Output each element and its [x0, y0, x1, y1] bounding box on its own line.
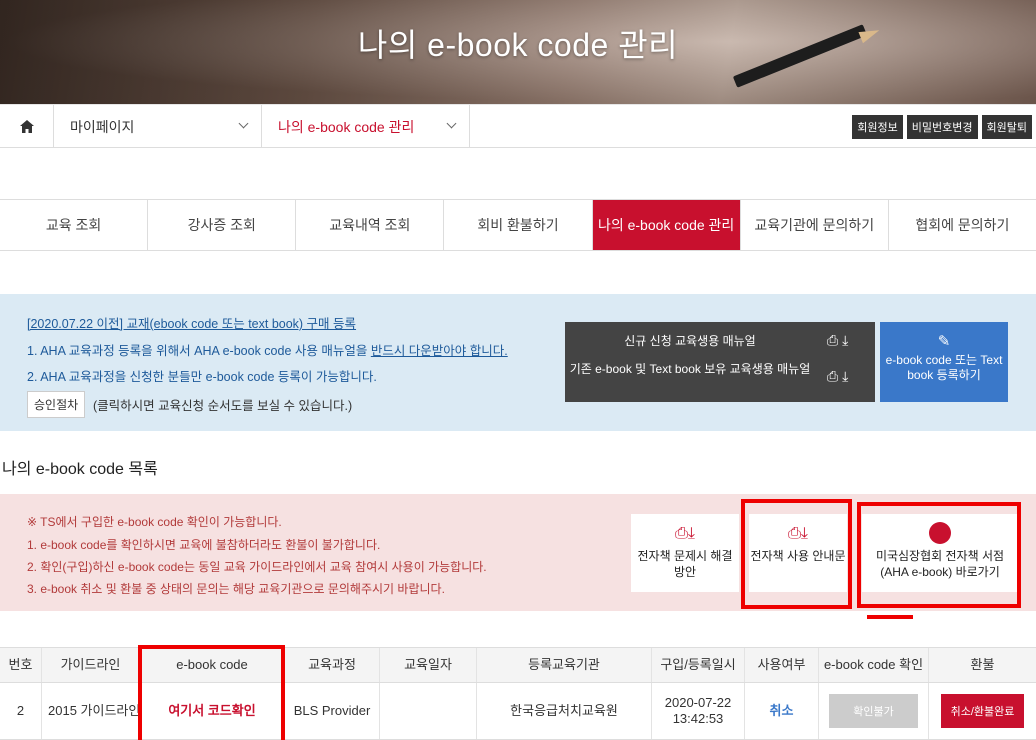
breadcrumb-ebook[interactable]: 나의 e-book code 관리: [262, 105, 470, 148]
tab-ebook-code[interactable]: 나의 e-book code 관리: [592, 200, 741, 250]
cell-usage: 취소: [745, 683, 819, 739]
breadcrumb-mypage-label: 마이페이지: [70, 118, 135, 135]
pdf-download-icon: ⎙⤓: [675, 525, 695, 542]
header-institution: 등록교육기관: [477, 648, 652, 682]
header-refund: 환불: [970, 657, 995, 672]
highlight-underline: [867, 615, 913, 619]
pink-notice-line: ※ TS에서 구입한 e-book code 확인이 가능합니다.: [27, 515, 282, 529]
home-button[interactable]: [0, 105, 54, 148]
reg-time: 13:42:53: [672, 711, 724, 726]
cell-date: [380, 683, 477, 739]
header-date: 교육일자: [380, 648, 477, 682]
breadcrumb-ebook-label: 나의 e-book code 관리: [278, 118, 415, 135]
refund-button[interactable]: 취소/환불완료: [940, 694, 1025, 728]
pink-notice-line: 1. e-book code를 확인하시면 교육에 불참하더라도 환불이 불가합…: [27, 538, 381, 552]
manual-new-label: 신규 신청 교육생용 매뉴얼: [624, 334, 756, 348]
home-icon: [19, 120, 34, 133]
notice-line-1-text: 1. AHA 교육과정 등록을 위해서 AHA e-book code 사용 매…: [27, 344, 371, 358]
withdraw-button[interactable]: 회원탈퇴: [981, 115, 1032, 139]
cell-guideline: 2015 가이드라인: [42, 683, 140, 739]
account-buttons: 회원정보 비밀번호변경 회원탈퇴: [852, 115, 1032, 139]
header-usage: 사용여부: [745, 648, 819, 682]
usage-status: 취소: [769, 703, 794, 718]
cell-reg-date: 2020-07-22 13:42:53: [652, 683, 745, 739]
tab-inquiry-institution[interactable]: 교육기관에 문의하기: [741, 200, 889, 250]
header-banner: 나의 e-book code 관리: [0, 0, 1036, 104]
breadcrumb-mypage[interactable]: 마이페이지: [54, 105, 262, 148]
highlight-box: [857, 502, 1021, 608]
manual-download-box: 신규 신청 교육생용 매뉴얼 ⎙ ⤓ 기존 e-book 및 Text book…: [565, 322, 875, 402]
chevron-down-icon: [238, 118, 249, 129]
notice-line-2: 2. AHA 교육과정을 신청한 분들만 e-book code 등록이 가능합…: [27, 370, 377, 384]
pink-notice-line: 3. e-book 취소 및 환불 중 상태의 문의는 해당 교육기관으로 문의…: [27, 582, 445, 596]
header-code-check: e-book code 확인: [819, 648, 929, 682]
tab-fee-refund[interactable]: 회비 환불하기: [444, 200, 593, 250]
member-info-button[interactable]: 회원정보: [852, 115, 903, 139]
chevron-down-icon: [446, 118, 457, 129]
reg-date: 2020-07-22: [664, 695, 732, 710]
tab-education-search[interactable]: 교육 조회: [0, 200, 149, 250]
highlight-box: [138, 645, 285, 740]
register-ebook-label: e-book code 또는 Text book 등록하기: [885, 353, 1003, 382]
tab-instructor-search[interactable]: 강사증 조회: [148, 200, 297, 250]
code-check-button[interactable]: 확인불가: [829, 694, 918, 728]
breadcrumb: 마이페이지 나의 e-book code 관리 회원정보 비밀번호변경 회원탈퇴: [0, 104, 1036, 148]
page-title: 나의 e-book code 관리: [357, 27, 679, 63]
notice-register-link[interactable]: [2020.07.22 이전] 교재(ebook code 또는 text bo…: [27, 313, 356, 332]
ebook-troubleshoot-card[interactable]: ⎙⤓ 전자책 문제시 해결 방안: [631, 514, 739, 592]
tab-inquiry-association[interactable]: 협회에 문의하기: [889, 200, 1036, 250]
header-reg-date: 구입/등록일시: [652, 648, 745, 682]
header-course: 교육과정: [285, 648, 380, 682]
ebook-troubleshoot-label: 전자책 문제시 해결 방안: [637, 549, 733, 579]
manual-new-download-icon[interactable]: ⎙ ⤓: [827, 332, 848, 349]
list-title: 나의 e-book code 목록: [2, 461, 158, 478]
cell-no: 2: [0, 683, 42, 739]
cell-code-check: 확인불가: [819, 683, 929, 739]
manual-existing-label: 기존 e-book 및 Text book 보유 교육생용 매뉴얼: [569, 362, 811, 376]
notice-line-1: 1. AHA 교육과정 등록을 위해서 AHA e-book code 사용 매…: [27, 340, 508, 359]
header-guideline: 가이드라인: [42, 648, 140, 682]
manual-existing-download-icon[interactable]: ⎙ ⤓: [827, 368, 848, 385]
tab-education-history[interactable]: 교육내역 조회: [296, 200, 445, 250]
cell-institution: 한국응급처치교육원: [477, 683, 652, 739]
pink-notice-line: 2. 확인(구입)하신 e-book code는 동일 교육 가이드라인에서 교…: [27, 560, 487, 574]
main-tabs: 교육 조회 강사증 조회 교육내역 조회 회비 환불하기 나의 e-book c…: [0, 199, 1036, 251]
approval-process-button[interactable]: 승인절차: [27, 391, 86, 418]
edit-icon: ✎: [937, 333, 951, 350]
highlight-box: [741, 499, 852, 609]
register-ebook-button[interactable]: ✎ e-book code 또는 Text book 등록하기: [880, 322, 1008, 402]
header-no: 번호: [0, 648, 42, 682]
cell-course: BLS Provider: [285, 683, 380, 739]
notice-line-1-emphasis: 반드시 다운받아야 합니다.: [370, 344, 508, 358]
change-password-button[interactable]: 비밀번호변경: [906, 115, 978, 139]
approval-note: (클릭하시면 교육신청 순서도를 보실 수 있습니다.): [93, 399, 353, 413]
cell-refund: 취소/환불완료: [929, 683, 1036, 739]
